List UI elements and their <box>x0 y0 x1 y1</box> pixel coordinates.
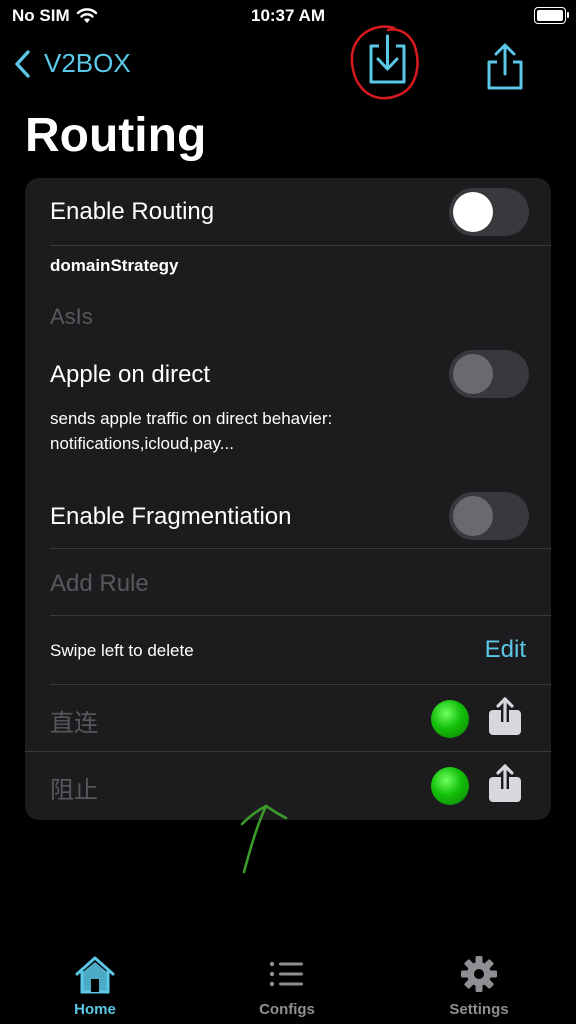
tab-home[interactable]: Home <box>35 954 155 1018</box>
rule-name: 直连 <box>50 710 98 737</box>
apple-direct-toggle[interactable] <box>449 350 529 398</box>
tab-label: Home <box>74 1001 116 1018</box>
tab-configs[interactable]: Configs <box>227 954 347 1018</box>
apple-direct-description-line1: sends apple traffic on direct behavier: <box>50 409 333 428</box>
rule-share-icon[interactable] <box>488 763 522 803</box>
swipe-hint: Swipe left to delete <box>50 641 194 660</box>
routing-settings-card: Enable Routing domainStrategy AsIs Apple… <box>25 178 551 820</box>
clock: 10:37 AM <box>250 6 325 25</box>
rule-status-indicator <box>431 767 469 805</box>
rule-name: 阻止 <box>50 777 98 804</box>
tab-settings[interactable]: Settings <box>419 954 539 1018</box>
enable-routing-toggle[interactable] <box>449 188 529 236</box>
navigation-bar: V2BOX <box>0 25 576 100</box>
green-annotation-arrow <box>240 804 288 874</box>
edit-button[interactable]: Edit <box>485 636 526 664</box>
gear-icon <box>461 956 497 992</box>
divider <box>50 615 551 616</box>
import-button[interactable] <box>344 20 424 106</box>
rule-share-icon[interactable] <box>488 696 522 736</box>
status-bar: No SIM 10:37 AM <box>0 0 576 34</box>
divider <box>50 548 551 549</box>
add-rule-button[interactable]: Add Rule <box>50 570 551 598</box>
share-icon <box>487 43 523 90</box>
share-button[interactable] <box>482 42 528 92</box>
apple-direct-description-line2: notifications,icloud,pay... <box>50 434 234 453</box>
tab-label: Settings <box>449 1001 509 1018</box>
domain-strategy-header: domainStrategy <box>50 256 179 275</box>
divider <box>50 245 551 246</box>
fragmentation-toggle[interactable] <box>449 492 529 540</box>
battery-icon <box>534 7 569 24</box>
tab-bar: Home Configs Settings <box>0 944 576 1024</box>
divider <box>25 751 551 752</box>
rule-status-indicator <box>431 700 469 738</box>
chevron-left-icon <box>15 49 30 78</box>
toggle-knob <box>453 496 493 536</box>
home-icon <box>75 956 115 994</box>
divider <box>50 684 551 685</box>
page-title: Routing <box>25 109 207 162</box>
red-annotation-circle <box>350 25 419 100</box>
tab-label: Configs <box>259 1001 315 1018</box>
toggle-knob <box>453 192 493 232</box>
back-button[interactable]: V2BOX <box>12 48 131 79</box>
import-icon <box>350 25 419 100</box>
toggle-knob <box>453 354 493 394</box>
back-label: V2BOX <box>44 48 131 78</box>
list-icon <box>269 961 303 987</box>
domain-strategy-value[interactable]: AsIs <box>50 304 551 330</box>
